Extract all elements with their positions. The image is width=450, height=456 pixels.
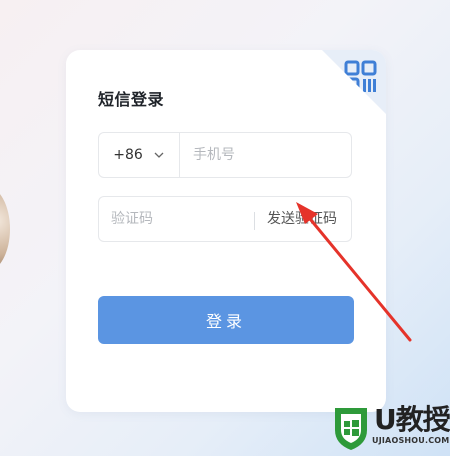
country-code-select[interactable]: +86 [99, 133, 180, 177]
login-card: 短信登录 +86 发送验证码 登录 [66, 50, 386, 412]
country-code-value: +86 [113, 147, 143, 163]
login-button[interactable]: 登录 [98, 296, 354, 344]
phone-input[interactable] [193, 133, 343, 177]
qr-login-toggle[interactable] [322, 50, 386, 114]
phone-field: +86 [98, 132, 352, 178]
watermark-logo: U教授 UJIAOSHOU.COM [330, 404, 450, 456]
shield-logo-icon [335, 408, 367, 450]
background-decoration [0, 186, 10, 272]
chevron-down-icon [154, 152, 164, 158]
code-field: 发送验证码 [98, 196, 352, 242]
divider [254, 212, 255, 230]
page-title: 短信登录 [98, 90, 165, 109]
watermark-brand: U教授 [374, 403, 450, 436]
verification-code-input[interactable] [111, 197, 251, 241]
watermark-site: UJIAOSHOU.COM [372, 436, 450, 445]
qr-code-icon [344, 60, 377, 93]
send-code-button[interactable]: 发送验证码 [267, 197, 337, 241]
login-page: 短信登录 +86 发送验证码 登录 [0, 0, 450, 456]
